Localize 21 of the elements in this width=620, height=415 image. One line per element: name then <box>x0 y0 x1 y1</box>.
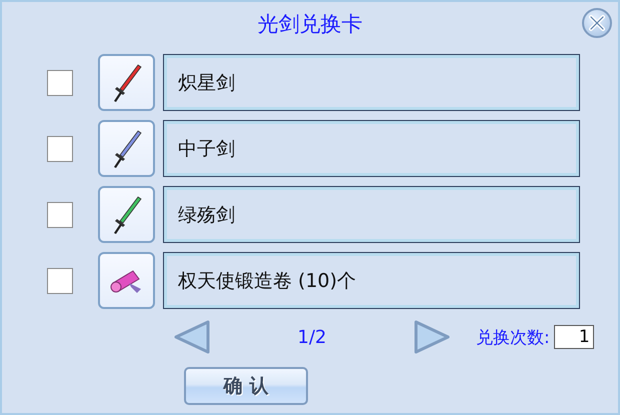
item-slot[interactable] <box>98 186 155 243</box>
checkbox[interactable] <box>47 70 73 96</box>
next-button[interactable] <box>412 319 452 355</box>
item-name: 中子剑 <box>163 120 580 177</box>
checkbox[interactable] <box>47 268 73 294</box>
item-slot[interactable] <box>98 252 155 309</box>
previous-button[interactable] <box>172 319 212 355</box>
exchange-count-label: 兑换次数: <box>476 326 550 348</box>
close-icon <box>588 14 606 32</box>
item-name: 炽星剑 <box>163 54 580 111</box>
item-name: 权天使锻造卷 (10)个 <box>163 252 580 309</box>
dialog-title: 光剑兑换卡 <box>258 11 362 38</box>
checkbox[interactable] <box>47 202 73 228</box>
close-button[interactable] <box>582 8 612 38</box>
item-slot[interactable] <box>98 54 155 111</box>
item-name: 绿殇剑 <box>163 186 580 243</box>
item-slot[interactable] <box>98 120 155 177</box>
exchange-count-field[interactable]: 1 <box>554 325 594 349</box>
confirm-button[interactable]: 确 认 <box>184 367 308 405</box>
page-indicator: 1/2 <box>296 326 328 348</box>
checkbox[interactable] <box>47 136 73 162</box>
